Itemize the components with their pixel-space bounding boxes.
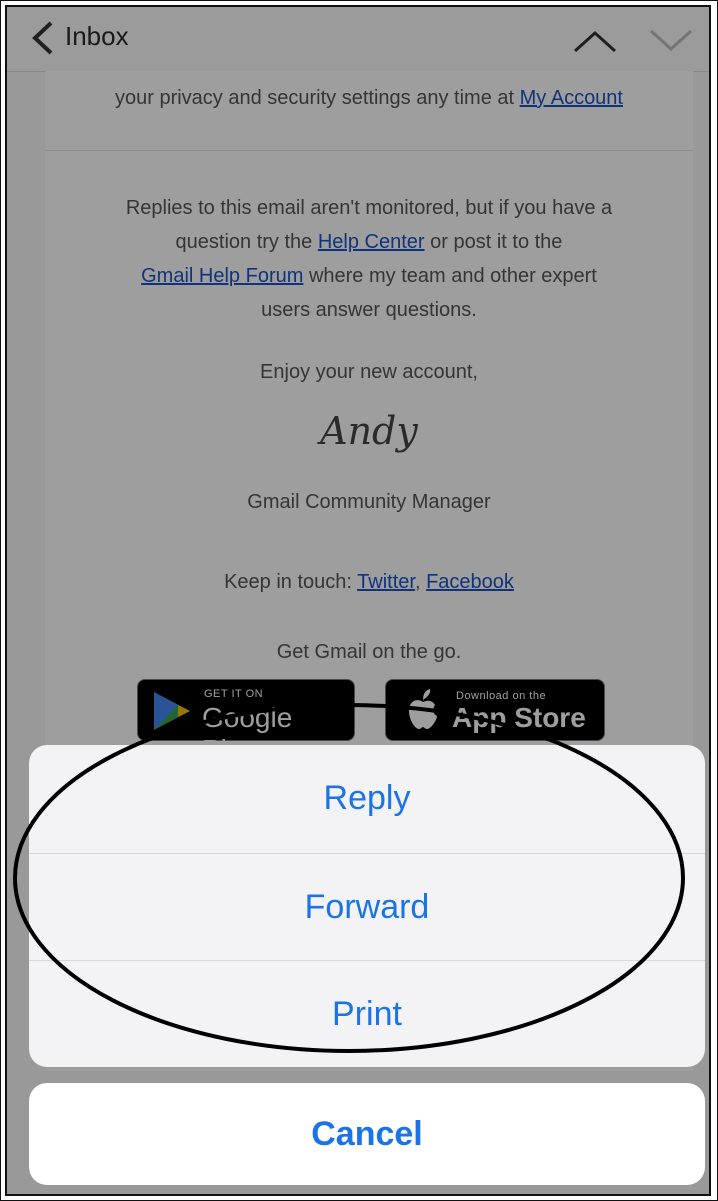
chevron-down-icon[interactable]	[649, 29, 693, 57]
section-divider	[45, 150, 693, 151]
chevron-left-icon[interactable]	[31, 21, 55, 59]
google-play-icon	[152, 690, 192, 736]
sender-role: Gmail Community Manager	[247, 491, 491, 513]
chevron-up-icon[interactable]	[573, 29, 617, 57]
forward-button[interactable]: Forward	[29, 853, 705, 961]
my-account-link[interactable]: My Account	[520, 87, 623, 109]
apple-icon	[406, 688, 440, 734]
google-play-badge[interactable]: GET IT ON Google Play	[137, 679, 355, 765]
app-store-badge[interactable]: Download on the App Store	[385, 679, 605, 741]
closing-text: Enjoy your new account,	[260, 361, 478, 383]
replies-paragraph: Replies to this email aren't monitored, …	[125, 197, 613, 321]
navigation-bar: Inbox	[7, 7, 709, 72]
action-sheet: Reply Forward Print	[29, 745, 705, 1067]
signature: Andy	[320, 409, 418, 453]
keep-in-touch-text: Keep in touch: Twitter, Facebook	[224, 571, 514, 593]
device-frame: Inbox your privacy and security settings…	[5, 5, 711, 1196]
twitter-link[interactable]: Twitter	[357, 571, 415, 593]
get-gmail-text: Get Gmail on the go.	[276, 641, 462, 663]
help-center-link[interactable]: Help Center	[318, 231, 425, 253]
back-to-inbox-link[interactable]: Inbox	[65, 21, 129, 52]
privacy-text: your privacy and security settings any t…	[114, 87, 623, 109]
reply-button[interactable]: Reply	[29, 745, 705, 852]
facebook-link[interactable]: Facebook	[426, 571, 514, 593]
gmail-help-forum-link[interactable]: Gmail Help Forum	[141, 265, 303, 287]
cancel-button[interactable]: Cancel	[29, 1083, 705, 1185]
print-button[interactable]: Print	[29, 960, 705, 1067]
